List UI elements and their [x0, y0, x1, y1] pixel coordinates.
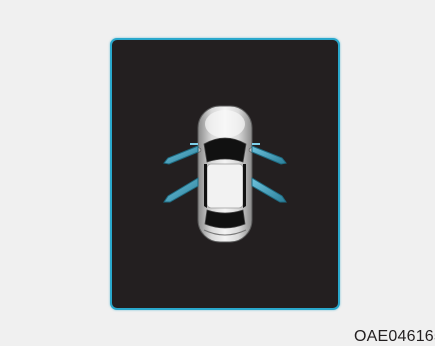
car-top-view-icon: [163, 105, 287, 243]
front-left-door-open-icon: [163, 143, 199, 165]
front-right-door-open-icon: [251, 143, 287, 165]
car-body: [192, 105, 258, 243]
rear-left-door-open-icon: [163, 177, 199, 203]
figure-code-label: OAE046165: [354, 328, 435, 345]
rear-right-door-open-icon: [251, 177, 287, 203]
door-open-display: [110, 38, 340, 310]
